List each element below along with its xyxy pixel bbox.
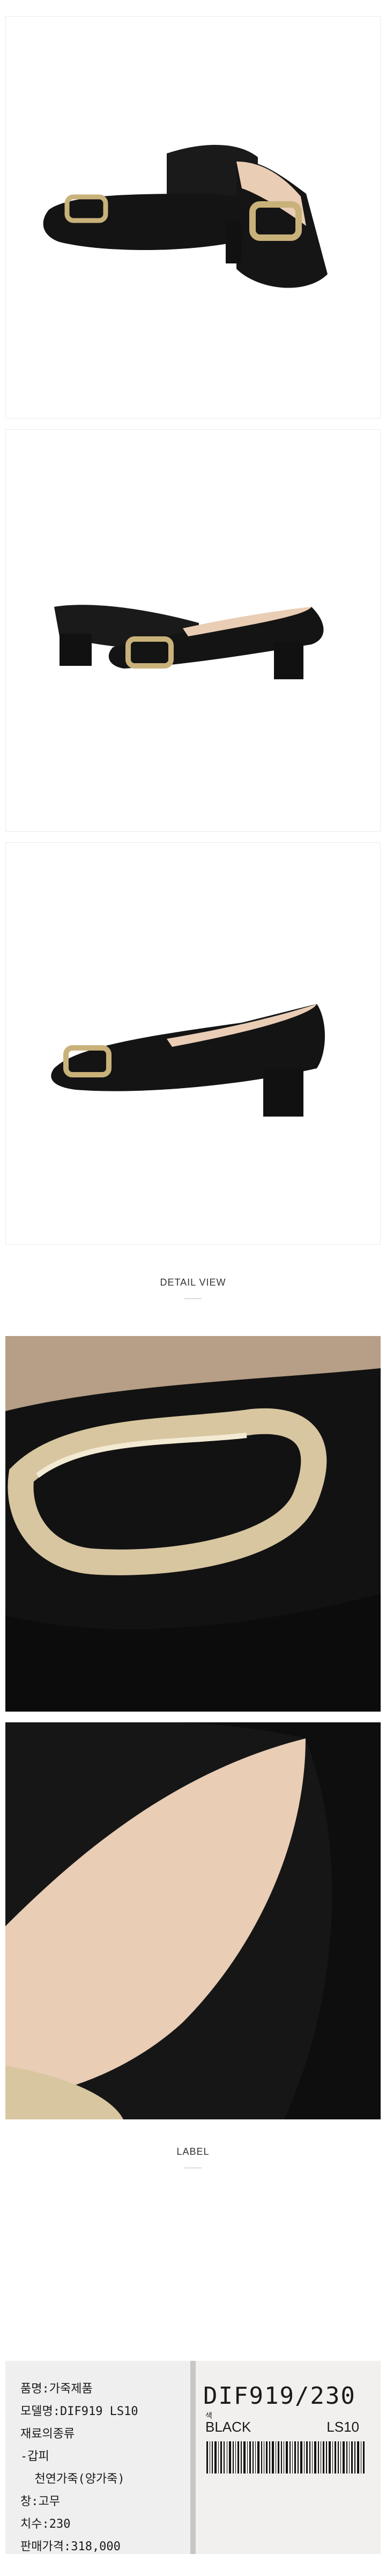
detail-photo-insole <box>5 1722 381 2119</box>
product-photo-2 <box>5 429 381 832</box>
buckle-closeup <box>5 1336 381 1712</box>
label-line: 치수:230 <box>20 2518 71 2531</box>
label-size-code: LS10 <box>326 2419 359 2435</box>
label-line: 재료의종류 <box>20 2427 75 2441</box>
shoe-illustration-3 <box>51 1004 325 1117</box>
insole-closeup <box>5 1722 381 2119</box>
label-line: 천연가죽(양가죽) <box>20 2472 125 2486</box>
label-photos: 품명:가죽제품 모델명:DIF919 LS10 재료의종류 -갑피 천연가죽(양… <box>5 2361 381 2554</box>
label-tag-right: DIF919/230 색 BLACK LS10 <box>196 2361 381 2554</box>
barcode-icon <box>205 2441 366 2474</box>
detail-view-divider <box>184 1298 202 1299</box>
label-color-name: BLACK <box>205 2419 251 2435</box>
label-line: 창:고무 <box>20 2495 60 2508</box>
shoe-illustration-1 <box>43 144 328 288</box>
label-code: DIF919/230 <box>203 2382 356 2410</box>
label-tag-left: 품명:가죽제품 모델명:DIF919 LS10 재료의종류 -갑피 천연가죽(양… <box>5 2361 190 2554</box>
product-photo-3 <box>5 842 381 1245</box>
label-line: -갑피 <box>20 2450 49 2463</box>
detail-view-heading: DETAIL VIEW <box>160 1277 226 1288</box>
label-line: 품명:가죽제품 <box>20 2382 93 2396</box>
detail-photo-buckle <box>5 1336 381 1712</box>
label-line: 모델명:DIF919 LS10 <box>20 2405 138 2418</box>
label-heading: LABEL <box>176 2146 210 2157</box>
shoe-illustration-2 <box>54 605 324 679</box>
label-tag-lines: 품명:가죽제품 모델명:DIF919 LS10 재료의종류 -갑피 천연가죽(양… <box>20 2378 138 2554</box>
product-photo-1 <box>5 16 381 419</box>
label-line: 판매가격:318,000 <box>20 2540 121 2553</box>
